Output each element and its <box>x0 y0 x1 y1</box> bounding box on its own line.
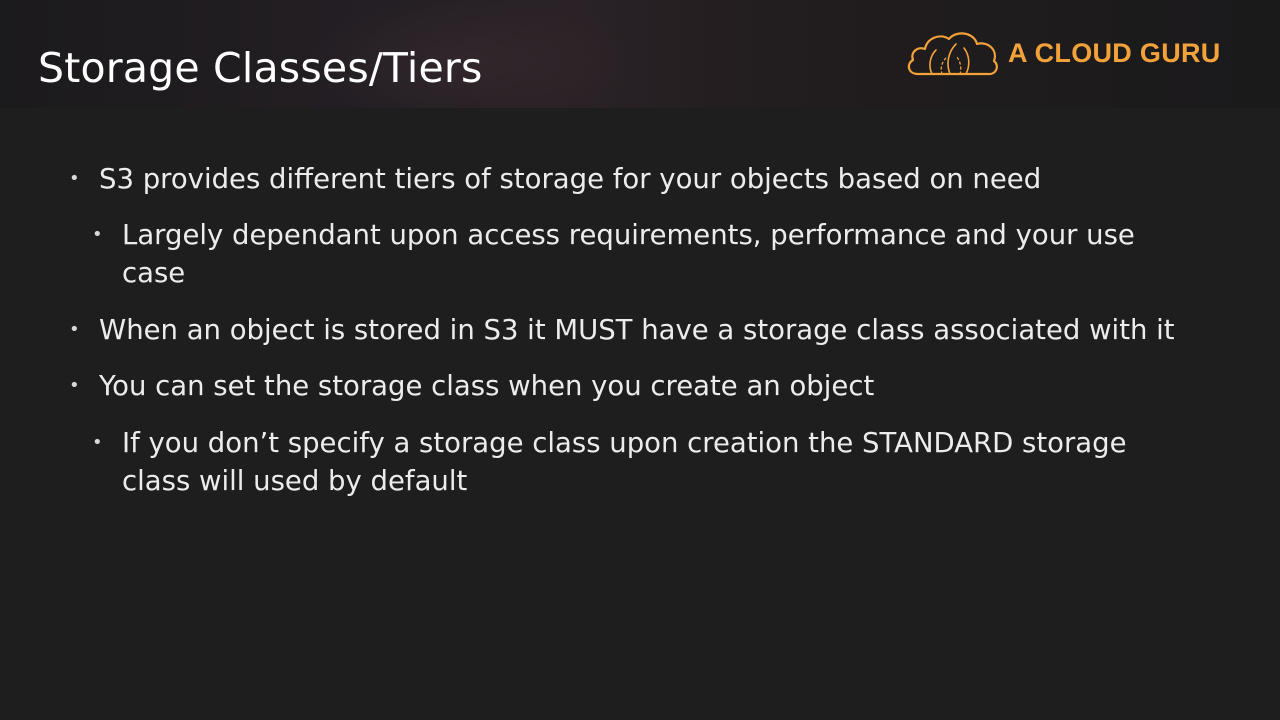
bullet-dot: • <box>69 375 80 396</box>
bullet-text-continued: class will used by default <box>122 465 468 497</box>
bullet-dot: • <box>92 432 103 453</box>
bullet-dot: • <box>92 224 103 245</box>
bullet-item: • You can set the storage class when you… <box>69 367 875 405</box>
bullet-text: Largely dependant upon access requiremen… <box>122 219 1135 251</box>
logo-text: A CLOUD GURU <box>1008 38 1221 68</box>
sub-bullet-item: • If you don’t specify a storage class u… <box>92 424 1127 500</box>
slide: Storage Classes/Tiers A CLOUD GURU • S3 … <box>0 0 1280 720</box>
bullet-item: • When an object is stored in S3 it MUST… <box>69 311 1175 349</box>
bullet-text: S3 provides different tiers of storage f… <box>99 163 1042 195</box>
sub-bullet-item: • Largely dependant upon access requirem… <box>92 216 1135 292</box>
brand-logo: A CLOUD GURU <box>904 28 1244 82</box>
cloud-icon <box>907 32 998 76</box>
bullet-item: • S3 provides different tiers of storage… <box>69 160 1042 198</box>
bullet-text: If you don’t specify a storage class upo… <box>122 427 1127 459</box>
bullet-text-continued: case <box>122 257 186 289</box>
bullet-text: When an object is stored in S3 it MUST h… <box>99 314 1175 346</box>
bullet-dot: • <box>69 168 80 189</box>
bullet-dot: • <box>69 319 80 340</box>
bullet-text: You can set the storage class when you c… <box>99 370 875 402</box>
slide-title: Storage Classes/Tiers <box>38 44 483 92</box>
